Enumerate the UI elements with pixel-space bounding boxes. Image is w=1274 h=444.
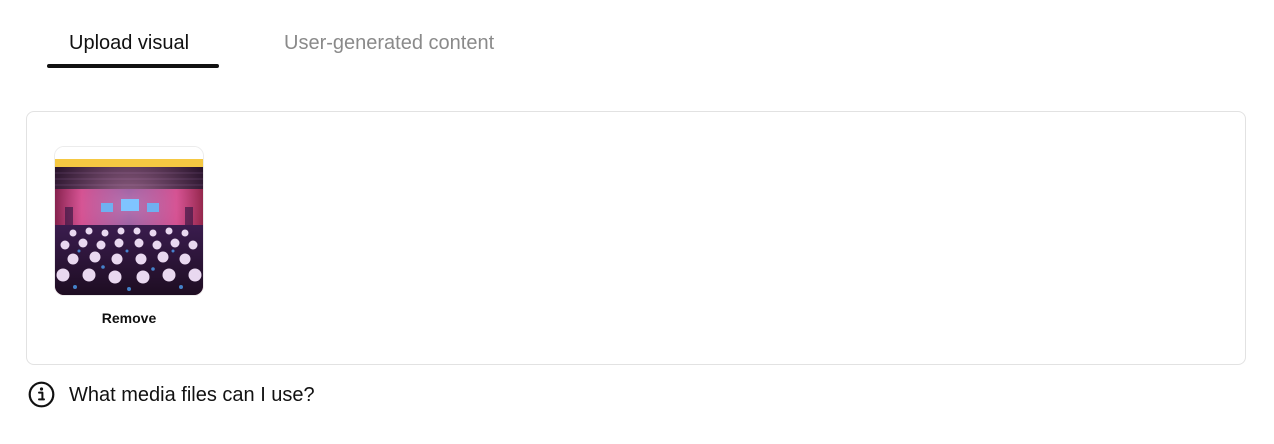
event-photo-thumbnail-icon: [55, 147, 203, 295]
help-link-text: What media files can I use?: [69, 383, 315, 406]
remove-button[interactable]: Remove: [102, 310, 156, 326]
media-help-link[interactable]: What media files can I use?: [28, 381, 315, 408]
media-panel: Remove: [26, 111, 1246, 365]
media-thumbnail[interactable]: [54, 146, 204, 296]
tab-user-generated-content[interactable]: User-generated content: [284, 30, 494, 56]
tab-bar: Upload visual User-generated content: [0, 0, 1274, 70]
tab-upload-visual[interactable]: Upload visual: [69, 30, 189, 56]
media-item: Remove: [54, 146, 204, 328]
info-icon: [28, 381, 55, 408]
active-tab-indicator: [47, 64, 219, 68]
media-upload-section: Upload visual User-generated content Rem…: [0, 0, 1274, 444]
